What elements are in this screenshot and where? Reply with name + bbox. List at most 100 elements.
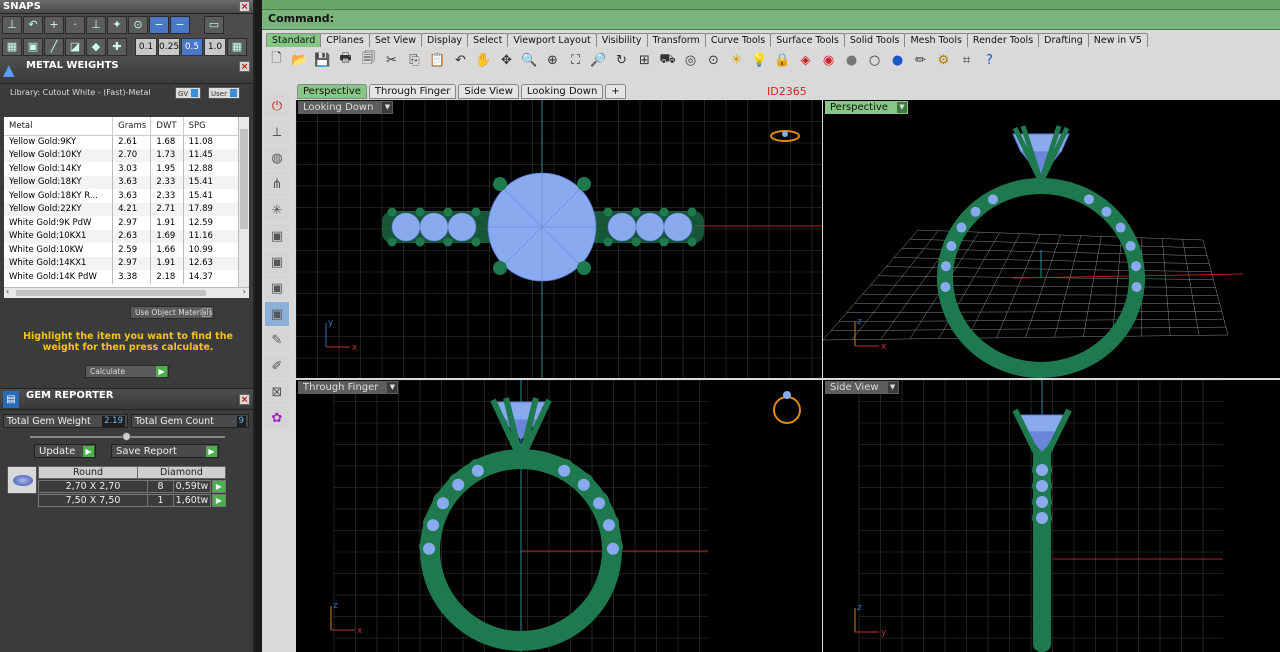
- toolbar-tab[interactable]: Set View: [368, 33, 423, 47]
- undo-icon[interactable]: ↶: [450, 50, 471, 71]
- viewport-tab[interactable]: Looking Down: [520, 84, 604, 99]
- snap-value-0[interactable]: 0.1: [135, 38, 157, 56]
- copy-icon[interactable]: ⎘: [404, 50, 425, 71]
- car-icon[interactable]: ⛟: [657, 50, 678, 71]
- gv-toggle[interactable]: GV: [175, 87, 202, 99]
- metal-table[interactable]: Metal Grams DWT SPG Yellow Gold:9KY 2.61 1.68…: [4, 117, 238, 287]
- snap-value-1[interactable]: 0.25: [158, 38, 180, 56]
- gem-slider[interactable]: [30, 432, 225, 441]
- save-icon[interactable]: 💾: [312, 50, 333, 71]
- box-persp-icon[interactable]: ▣: [265, 302, 289, 326]
- zoom-extents-icon[interactable]: ⛶: [565, 50, 586, 71]
- gear-icon[interactable]: ✿: [265, 406, 289, 430]
- metal-row[interactable]: Yellow Gold:18KY R... 3.63 2.33 15.41: [4, 189, 238, 203]
- metal-row[interactable]: Yellow Gold:10KY 2.70 1.73 11.45: [4, 148, 238, 162]
- snap-near-icon[interactable]: ↶: [23, 16, 43, 34]
- dropdown-icon[interactable]: ▼: [387, 382, 398, 393]
- update-button[interactable]: Update ▶: [34, 444, 96, 458]
- snap-cen-icon[interactable]: ⊥: [86, 16, 106, 34]
- snap-settings-icon[interactable]: ▭: [204, 16, 224, 34]
- metal-row[interactable]: Yellow Gold:18KY 3.63 2.33 15.41: [4, 175, 238, 189]
- frame-icon[interactable]: ⊠: [265, 380, 289, 404]
- metal-column-header[interactable]: Grams: [112, 117, 152, 136]
- snap-end-icon[interactable]: ⊥: [2, 16, 22, 34]
- viewport-through-finger[interactable]: xz Through Finger ▼: [296, 380, 822, 652]
- metal-row[interactable]: White Gold:14KX1 2.97 1.91 12.63: [4, 256, 238, 270]
- axes-icon[interactable]: ✳: [265, 198, 289, 222]
- snap-int-icon[interactable]: ✦: [107, 16, 127, 34]
- help-icon[interactable]: ?: [979, 50, 1000, 71]
- toolbar-tab[interactable]: Transform: [646, 33, 706, 47]
- close-icon[interactable]: ×: [239, 1, 250, 12]
- user-toggle[interactable]: User: [208, 87, 240, 99]
- open-folder-icon[interactable]: 📂: [289, 50, 310, 71]
- pencil-icon[interactable]: ✏: [910, 50, 931, 71]
- add-viewport-tab[interactable]: +: [605, 84, 626, 99]
- paint-icon[interactable]: ✐: [265, 354, 289, 378]
- snap-quad-icon[interactable]: −: [170, 16, 190, 34]
- viewport-label[interactable]: Side View ▼: [825, 381, 899, 394]
- metal-column-header[interactable]: Metal: [4, 117, 114, 136]
- circle-target-icon[interactable]: ⊙: [703, 50, 724, 71]
- toolbar-tab[interactable]: Curve Tools: [704, 33, 772, 47]
- metal-row[interactable]: Yellow Gold:22KY 4.21 2.71 17.89: [4, 202, 238, 216]
- grid-layout-icon[interactable]: ⊞: [634, 50, 655, 71]
- gumball-icon[interactable]: ✚: [107, 38, 127, 56]
- paste-icon[interactable]: 📋: [427, 50, 448, 71]
- snap-value-3[interactable]: 1.0: [204, 38, 226, 56]
- toolbar-tab[interactable]: Visibility: [595, 33, 648, 47]
- zoom-window-icon[interactable]: ⊕: [542, 50, 563, 71]
- gray-sphere-icon[interactable]: ●: [841, 50, 862, 71]
- toolbar-tab[interactable]: Mesh Tools: [904, 33, 968, 47]
- color-wheel-icon[interactable]: ◉: [818, 50, 839, 71]
- metal-row[interactable]: Yellow Gold:14KY 3.03 1.95 12.88: [4, 162, 238, 176]
- metal-row[interactable]: Yellow Gold:9KY 2.61 1.68 11.08: [4, 135, 238, 149]
- zoom-icon[interactable]: 🔍: [519, 50, 540, 71]
- diamond-icon[interactable]: ◆: [86, 38, 106, 56]
- nodes-icon[interactable]: ⋔: [265, 172, 289, 196]
- metal-row[interactable]: White Gold:10KX1 2.63 1.69 11.16: [4, 229, 238, 243]
- split-icon[interactable]: ⟂: [265, 120, 289, 144]
- toolbar-tab[interactable]: Render Tools: [966, 33, 1040, 47]
- slider-knob[interactable]: [122, 432, 131, 441]
- rotate-view-icon[interactable]: ↻: [611, 50, 632, 71]
- lens-icon[interactable]: ◎: [680, 50, 701, 71]
- viewport-perspective[interactable]: xz Perspective ▼: [823, 100, 1280, 378]
- snap-point-icon[interactable]: +: [44, 16, 64, 34]
- box-side-icon[interactable]: ▣: [265, 276, 289, 300]
- snap-grid-icon[interactable]: ▦: [227, 38, 247, 56]
- sun-rays-icon[interactable]: ☀: [726, 50, 747, 71]
- snap-mid-icon[interactable]: ·: [65, 16, 85, 34]
- close-icon[interactable]: ×: [239, 394, 250, 405]
- pan-icon[interactable]: ✋: [473, 50, 494, 71]
- viewport-tab[interactable]: Through Finger: [368, 84, 457, 99]
- viewport-tab[interactable]: Side View: [458, 84, 519, 99]
- toolbar-tab[interactable]: Surface Tools: [770, 33, 845, 47]
- metal-row[interactable]: White Gold:10KW 2.59 1.66 10.99: [4, 243, 238, 257]
- metal-table-hscroll[interactable]: ‹ ›: [4, 287, 249, 298]
- grid-icon[interactable]: ▦: [2, 38, 22, 56]
- bulb-icon[interactable]: 💡: [749, 50, 770, 71]
- new-file-icon[interactable]: 🗋: [266, 50, 287, 71]
- calculate-button[interactable]: Calculate ▶: [85, 365, 169, 378]
- viewport-label[interactable]: Perspective ▼: [825, 101, 908, 114]
- toolbar-tab[interactable]: New in V5: [1087, 33, 1148, 47]
- layer-icon[interactable]: ◈: [795, 50, 816, 71]
- toolbar-tab[interactable]: Drafting: [1038, 33, 1089, 47]
- scroll-right-icon[interactable]: ›: [243, 287, 246, 296]
- cube-icon[interactable]: ▣: [23, 38, 43, 56]
- gem-row-select-icon[interactable]: ▶: [212, 494, 226, 507]
- toolbar-tab[interactable]: CPlanes: [320, 33, 370, 47]
- zoom-selected-icon[interactable]: 🔎: [588, 50, 609, 71]
- gem-row-select-icon[interactable]: ▶: [212, 480, 226, 493]
- metal-row[interactable]: White Gold:9K PdW 2.97 1.91 12.59: [4, 216, 238, 230]
- power-icon[interactable]: ⏻: [265, 94, 289, 118]
- scroll-left-icon[interactable]: ‹: [6, 287, 9, 296]
- save-report-button[interactable]: Save Report ▶: [111, 444, 219, 458]
- brush-icon[interactable]: ✎: [265, 328, 289, 352]
- box-top-icon[interactable]: ▣: [265, 224, 289, 248]
- toolbar-tab[interactable]: Display: [421, 33, 469, 47]
- planar-icon[interactable]: ◪: [65, 38, 85, 56]
- move-icon[interactable]: ✥: [496, 50, 517, 71]
- snap-grid-icon[interactable]: ⌗: [956, 50, 977, 71]
